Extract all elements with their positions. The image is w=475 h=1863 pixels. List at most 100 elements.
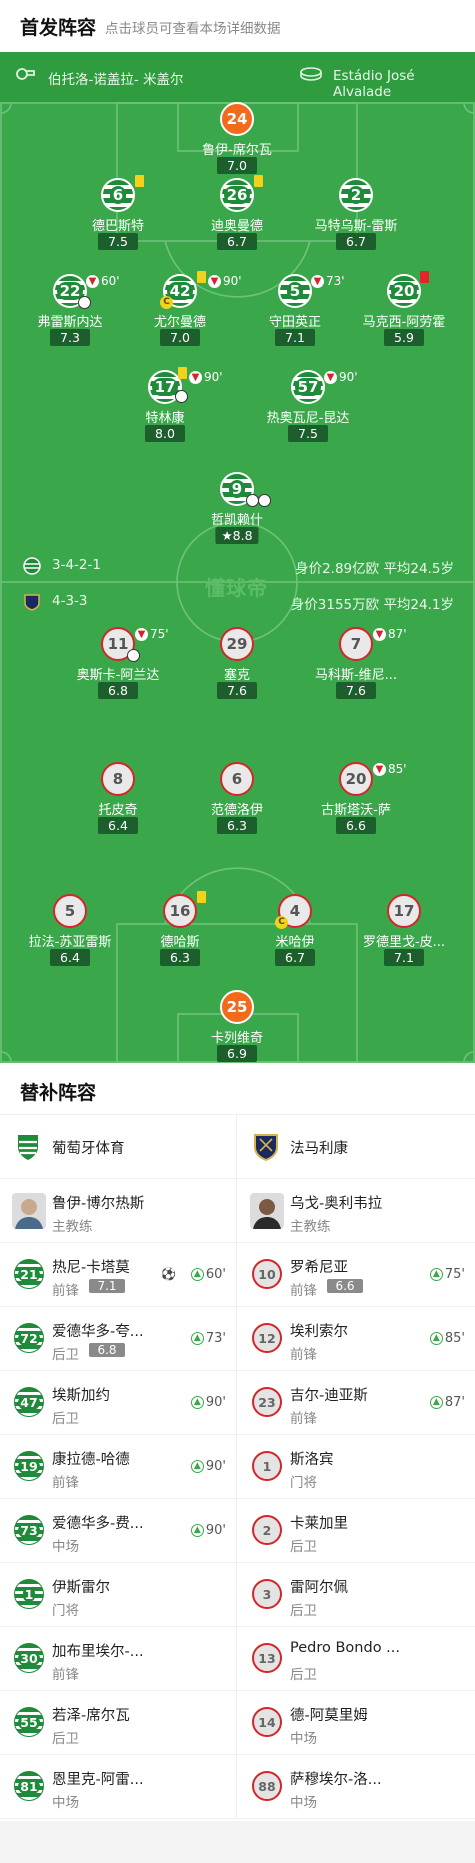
jersey-disc: 88	[252, 1771, 282, 1801]
jersey-disc: 30	[14, 1643, 44, 1673]
player-rating: 6.3	[217, 817, 257, 834]
home-subs-team[interactable]: 葡萄牙体育	[0, 1115, 236, 1179]
player-away[interactable]: 7 ▼ 87' 马科斯-维尼... 7.6	[286, 627, 426, 701]
player-rating: 5.9	[384, 329, 424, 346]
sub-out-icon: ▼	[373, 763, 386, 776]
jersey-disc: 13	[252, 1643, 282, 1673]
sub-player-row[interactable]: 3 雷阿尔佩 后卫	[238, 1563, 475, 1627]
sub-player-name: 康拉德-哈德	[52, 1452, 130, 1468]
sub-out-icon: ▼	[189, 371, 202, 384]
sub-player-rating: 6.6	[327, 1279, 363, 1293]
sub-player-row[interactable]: 81 恩里克-阿雷... 中场	[0, 1755, 236, 1819]
player-rating: 7.1	[275, 329, 315, 346]
coach-name: 鲁伊-博尔热斯	[52, 1196, 145, 1212]
captain-icon: C	[160, 296, 173, 309]
player-name: 马特乌斯-雷斯	[314, 219, 398, 234]
sub-player-row[interactable]: 47 埃斯加约 后卫 ▲ 90'	[0, 1371, 236, 1435]
sporting-logo-icon	[18, 1135, 38, 1160]
jersey-disc: 21	[14, 1259, 44, 1289]
sub-out-icon: ▼	[86, 275, 99, 288]
sub-player-row[interactable]: 10 罗希尼亚 前锋 6.6 ▲ 75'	[238, 1243, 475, 1307]
player-name: 特林康	[145, 411, 185, 426]
sub-player-row[interactable]: 1 斯洛宾 门将	[238, 1435, 475, 1499]
lineup-subtitle: 点击球员可查看本场详细数据	[105, 21, 281, 37]
sub-player-position: 前锋	[52, 1667, 79, 1683]
jersey-disc: 47	[14, 1387, 44, 1417]
sub-player-row[interactable]: 2 卡莱加里 后卫	[238, 1499, 475, 1563]
sub-off-event: ▼ 85'	[373, 762, 407, 776]
player-away-gk[interactable]: 25 卡列维奇 6.9	[167, 990, 307, 1063]
yellow-card-icon	[197, 271, 206, 283]
player-home[interactable]: 9 哲凯赖什 ★8.8	[167, 472, 307, 546]
sub-player-name: 伊斯雷尔	[52, 1580, 110, 1596]
sub-off-event: ▼ 90'	[189, 370, 223, 384]
sub-in-icon: ▲	[429, 1332, 443, 1345]
player-home-gk[interactable]: 24 鲁伊-席尔瓦 7.0	[167, 102, 307, 176]
player-home[interactable]: 20 马克西-阿劳霍 5.9	[334, 271, 474, 348]
sub-player-row[interactable]: 88 萨穆埃尔-洛... 中场	[238, 1755, 475, 1819]
sub-player-position: 后卫	[290, 1539, 317, 1555]
famalicao-badge-icon	[24, 594, 40, 611]
sub-player-row[interactable]: 12 埃利索尔 前锋 ▲ 85'	[238, 1307, 475, 1371]
sub-player-name: 埃斯加约	[52, 1388, 110, 1404]
sub-out-icon: ▼	[311, 275, 324, 288]
sub-player-row[interactable]: 14 德-阿莫里姆 中场	[238, 1691, 475, 1755]
player-home[interactable]: 57 ▼ 90' 热奥瓦尼-昆达 7.5	[238, 370, 378, 444]
jersey-disc: 81	[14, 1771, 44, 1801]
sub-player-row[interactable]: 23 吉尔-迪亚斯 前锋 ▲ 87'	[238, 1371, 475, 1435]
sub-in-icon: ▲	[190, 1524, 204, 1537]
jersey-disc: 72	[14, 1323, 44, 1353]
player-rating: ★8.8	[215, 527, 259, 544]
away-coach[interactable]: 乌戈-奥利韦拉 主教练	[238, 1179, 475, 1243]
coach-avatar	[12, 1193, 46, 1229]
player-away[interactable]: 17 罗德里戈-皮... 7.1	[334, 894, 474, 968]
player-name: 卡列维奇	[210, 1031, 263, 1046]
home-coach[interactable]: 鲁伊-博尔热斯 主教练	[0, 1179, 236, 1243]
player-home[interactable]: 17 ▼ 90' 特林康 8.0	[95, 367, 235, 444]
sub-player-row[interactable]: 55 若泽-席尔瓦 后卫	[0, 1691, 236, 1755]
jersey-disc: 20	[387, 274, 421, 308]
sub-player-position: 后卫	[52, 1347, 79, 1363]
sub-player-row[interactable]: 13 Pedro Bondo ... 后卫	[238, 1627, 475, 1691]
player-rating: 7.6	[336, 682, 376, 699]
bottom-spacer	[0, 1821, 475, 1863]
sub-player-row[interactable]: 73 爱德华多-费... 中场 ▲ 90'	[0, 1499, 236, 1563]
sub-player-row[interactable]: 21 热尼-卡塔莫 前锋 7.1 ▲ 60' ⚽	[0, 1243, 236, 1307]
player-rating: 6.4	[50, 949, 90, 966]
jersey-disc: 1	[14, 1579, 44, 1609]
sub-player-row[interactable]: 30 加布里埃尔-... 前锋	[0, 1627, 236, 1691]
referee-label: 伯托洛-诺盖拉- 米盖尔	[48, 72, 184, 88]
player-rating: 6.3	[160, 949, 200, 966]
player-away[interactable]: 20 ▼ 85' 古斯塔沃-萨 6.6	[286, 762, 426, 836]
sub-player-row[interactable]: 19 康拉德-哈德 前锋 ▲ 90'	[0, 1435, 236, 1499]
sub-player-row[interactable]: 72 爱德华多-夸... 后卫 6.8 ▲ 73'	[0, 1307, 236, 1371]
away-subs-team[interactable]: 法马利康	[238, 1115, 475, 1179]
sub-player-name: 吉尔-迪亚斯	[290, 1388, 368, 1404]
sub-player-name: 爱德华多-费...	[52, 1516, 144, 1532]
sub-player-name: 加布里埃尔-...	[52, 1644, 144, 1660]
team-name: 葡萄牙体育	[52, 1141, 125, 1157]
assist-icon	[258, 494, 271, 507]
sub-player-name: Pedro Bondo ...	[290, 1640, 400, 1656]
mvp-star-icon: ★	[221, 528, 233, 543]
player-home[interactable]: 2 马特乌斯-雷斯 6.7	[286, 178, 426, 252]
player-rating: 6.7	[275, 949, 315, 966]
home-value-age: 身价2.89亿欧 平均24.5岁	[295, 561, 454, 577]
lineup-header: 首发阵容 点击球员可查看本场详细数据	[0, 0, 475, 52]
sub-player-name: 雷阿尔佩	[290, 1580, 348, 1596]
sub-on-event: ▲ 90'	[190, 1459, 226, 1474]
jersey-disc: 29	[220, 627, 254, 661]
player-rating: 7.5	[98, 233, 138, 250]
sub-player-row[interactable]: 1 伊斯雷尔 门将	[0, 1563, 236, 1627]
player-rating: 7.5	[288, 425, 328, 442]
jersey-disc: 23	[252, 1387, 282, 1417]
sub-out-icon: ▼	[135, 628, 148, 641]
famalicao-logo-icon	[254, 1134, 278, 1161]
player-rating: 7.1	[384, 949, 424, 966]
yellow-card-icon	[135, 175, 144, 187]
jersey-disc: 20	[339, 762, 373, 796]
home-team-summary: 3-4-2-1 身价2.89亿欧 平均24.5岁	[22, 556, 454, 577]
stadium-icon	[300, 67, 322, 81]
yellow-card-icon	[178, 367, 187, 379]
sub-on-event: ▲ 73'	[190, 1331, 226, 1346]
